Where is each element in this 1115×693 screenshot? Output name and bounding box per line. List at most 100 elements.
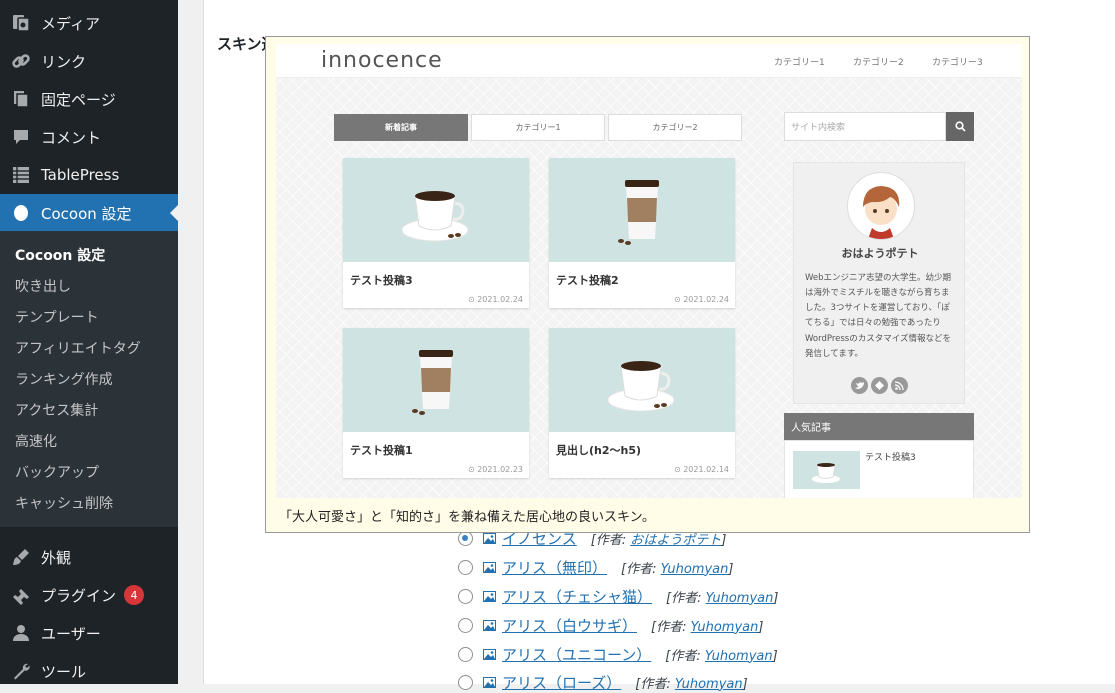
author-link[interactable]: Yuhomyan xyxy=(705,649,773,664)
admin-sidebar: メディア リンク 固定ページ コメント TablePress Cocoon 設定… xyxy=(0,0,178,684)
image-icon xyxy=(483,648,496,660)
author-suffix: ] xyxy=(758,619,764,635)
submenu-cocoon-settings[interactable]: Cocoon 設定 xyxy=(15,245,105,265)
twitter-icon xyxy=(851,377,868,394)
preview-popular-title: テスト投稿3 xyxy=(865,453,916,463)
post-date-value: 2021.02.24 xyxy=(477,295,523,304)
preview-post-card: テスト投稿1 ⊙ 2021.02.23 xyxy=(343,328,529,478)
preview-post-title: 見出し(h2〜h5) xyxy=(556,444,642,457)
submenu-affiliate-tag[interactable]: アフィリエイトタグ xyxy=(15,338,141,358)
skin-author: [作者: Yuhomyan] xyxy=(621,558,733,577)
skin-preview-screenshot: innocence カテゴリー1 カテゴリー2 カテゴリー3 新着記事 カテゴリ… xyxy=(276,44,1022,498)
menu-tools[interactable]: ツール xyxy=(0,652,178,690)
author-link[interactable]: Yuhomyan xyxy=(691,620,759,635)
author-prefix: [作者: xyxy=(590,532,631,548)
skin-option-alice-white-rabbit[interactable]: アリス（白ウサギ） [作者: Yuhomyan] xyxy=(458,614,763,636)
menu-plugins[interactable]: プラグイン 4 xyxy=(0,576,178,614)
skin-preview-tooltip: innocence カテゴリー1 カテゴリー2 カテゴリー3 新着記事 カテゴリ… xyxy=(265,36,1030,533)
preview-tab: カテゴリー1 xyxy=(471,114,605,141)
menu-media-label: メディア xyxy=(41,14,100,33)
menu-plugins-label: プラグイン xyxy=(41,586,117,605)
skin-radio[interactable] xyxy=(458,588,473,604)
preview-nav-item: カテゴリー2 xyxy=(853,58,904,68)
skin-option-alice-unicorn[interactable]: アリス（ユニコーン） [作者: Yuhomyan] xyxy=(458,643,778,665)
skin-author: [作者: Yuhomyan] xyxy=(665,645,777,664)
author-link[interactable]: Yuhomyan xyxy=(675,677,743,692)
preview-post-date: ⊙ 2021.02.14 xyxy=(673,465,729,474)
skin-radio[interactable] xyxy=(458,559,473,575)
preview-nav-item: カテゴリー1 xyxy=(774,58,825,68)
author-prefix: [作者: xyxy=(621,561,661,577)
plugin-icon xyxy=(11,585,31,605)
post-date-value: 2021.02.14 xyxy=(683,465,729,474)
menu-appearance[interactable]: 外観 xyxy=(0,538,178,576)
submenu-template[interactable]: テンプレート xyxy=(15,307,99,327)
menu-link[interactable]: リンク xyxy=(0,42,178,80)
submenu-backup[interactable]: バックアップ xyxy=(15,462,99,482)
author-link[interactable]: Yuhomyan xyxy=(706,591,774,606)
submenu-access-count[interactable]: アクセス集計 xyxy=(15,400,98,420)
menu-tablepress[interactable]: TablePress xyxy=(0,156,178,194)
skin-name-link[interactable]: アリス（無印） xyxy=(502,557,607,578)
skin-option-alice[interactable]: アリス（無印） [作者: Yuhomyan] xyxy=(458,556,733,578)
table-icon xyxy=(11,165,31,185)
menu-users[interactable]: ユーザー xyxy=(0,614,178,652)
skin-name-link[interactable]: アリス（白ウサギ） xyxy=(502,615,637,636)
menu-users-label: ユーザー xyxy=(41,624,101,643)
menu-comments-label: コメント xyxy=(41,128,102,147)
skin-radio[interactable] xyxy=(458,674,473,690)
takeout-cup-image xyxy=(549,158,735,262)
author-suffix: ] xyxy=(728,561,734,577)
link-icon xyxy=(11,51,31,71)
preview-post-card: テスト投稿3 ⊙ 2021.02.24 xyxy=(343,158,529,308)
preview-post-card: 見出し(h2〜h5) ⊙ 2021.02.14 xyxy=(549,328,735,478)
submenu-cache-clear[interactable]: キャッシュ削除 xyxy=(15,493,113,513)
media-icon xyxy=(11,13,31,33)
author-prefix: [作者: xyxy=(665,648,705,664)
submenu-speedup[interactable]: 高速化 xyxy=(15,431,57,451)
feedly-icon xyxy=(871,377,888,394)
coffee-cup-image xyxy=(793,451,860,489)
preview-post-date: ⊙ 2021.02.23 xyxy=(467,465,523,474)
preview-post-title: テスト投稿3 xyxy=(350,274,413,287)
image-icon xyxy=(483,532,496,544)
menu-media[interactable]: メディア xyxy=(0,4,178,42)
skin-name-link[interactable]: アリス（ユニコーン） xyxy=(502,644,651,665)
preview-site-logo: innocence xyxy=(321,48,443,73)
image-icon xyxy=(483,561,496,573)
preview-popular-list: テスト投稿3 xyxy=(784,440,974,498)
preview-post-date: ⊙ 2021.02.24 xyxy=(467,295,523,304)
skin-name-link[interactable]: アリス（ローズ） xyxy=(502,672,621,693)
rss-icon xyxy=(891,377,908,394)
skin-radio[interactable] xyxy=(458,617,473,633)
menu-pages-label: 固定ページ xyxy=(41,90,116,109)
menu-tablepress-label: TablePress xyxy=(41,166,120,184)
preview-post-card: テスト投稿2 ⊙ 2021.02.24 xyxy=(549,158,735,308)
author-link[interactable]: おはようポテト xyxy=(630,533,721,548)
search-icon xyxy=(946,112,974,141)
author-prefix: [作者: xyxy=(635,676,675,692)
skin-radio[interactable] xyxy=(458,646,473,662)
preview-post-title: テスト投稿1 xyxy=(350,444,413,457)
menu-cocoon-settings[interactable]: Cocoon 設定 xyxy=(0,194,178,232)
avatar xyxy=(847,172,915,240)
skin-name-link[interactable]: アリス（チェシャ猫） xyxy=(502,586,652,607)
image-icon xyxy=(483,676,496,688)
submenu-speech-balloon[interactable]: 吹き出し xyxy=(15,276,71,296)
skin-option-alice-cheshire[interactable]: アリス（チェシャ猫） [作者: Yuhomyan] xyxy=(458,585,778,607)
menu-comments[interactable]: コメント xyxy=(0,118,178,156)
author-link[interactable]: Yuhomyan xyxy=(661,562,729,577)
image-icon xyxy=(483,590,496,602)
preview-post-title: テスト投稿2 xyxy=(556,274,619,287)
author-suffix: ] xyxy=(742,676,748,692)
preview-profile-box: おはようポテト Webエンジニア志望の大学生。幼少期は海外でミスチルを聴きながら… xyxy=(793,162,965,404)
author-prefix: [作者: xyxy=(666,590,706,606)
skin-description: 「大人可愛さ」と「知的さ」を兼ね備えた居心地の良いスキン。 xyxy=(279,510,655,525)
user-icon xyxy=(11,623,31,643)
menu-pages[interactable]: 固定ページ xyxy=(0,80,178,118)
preview-post-date: ⊙ 2021.02.24 xyxy=(673,295,729,304)
cocoon-icon xyxy=(11,203,31,223)
menu-link-label: リンク xyxy=(41,52,87,71)
skin-option-alice-rose[interactable]: アリス（ローズ） [作者: Yuhomyan] xyxy=(458,671,748,693)
submenu-ranking[interactable]: ランキング作成 xyxy=(15,369,113,389)
